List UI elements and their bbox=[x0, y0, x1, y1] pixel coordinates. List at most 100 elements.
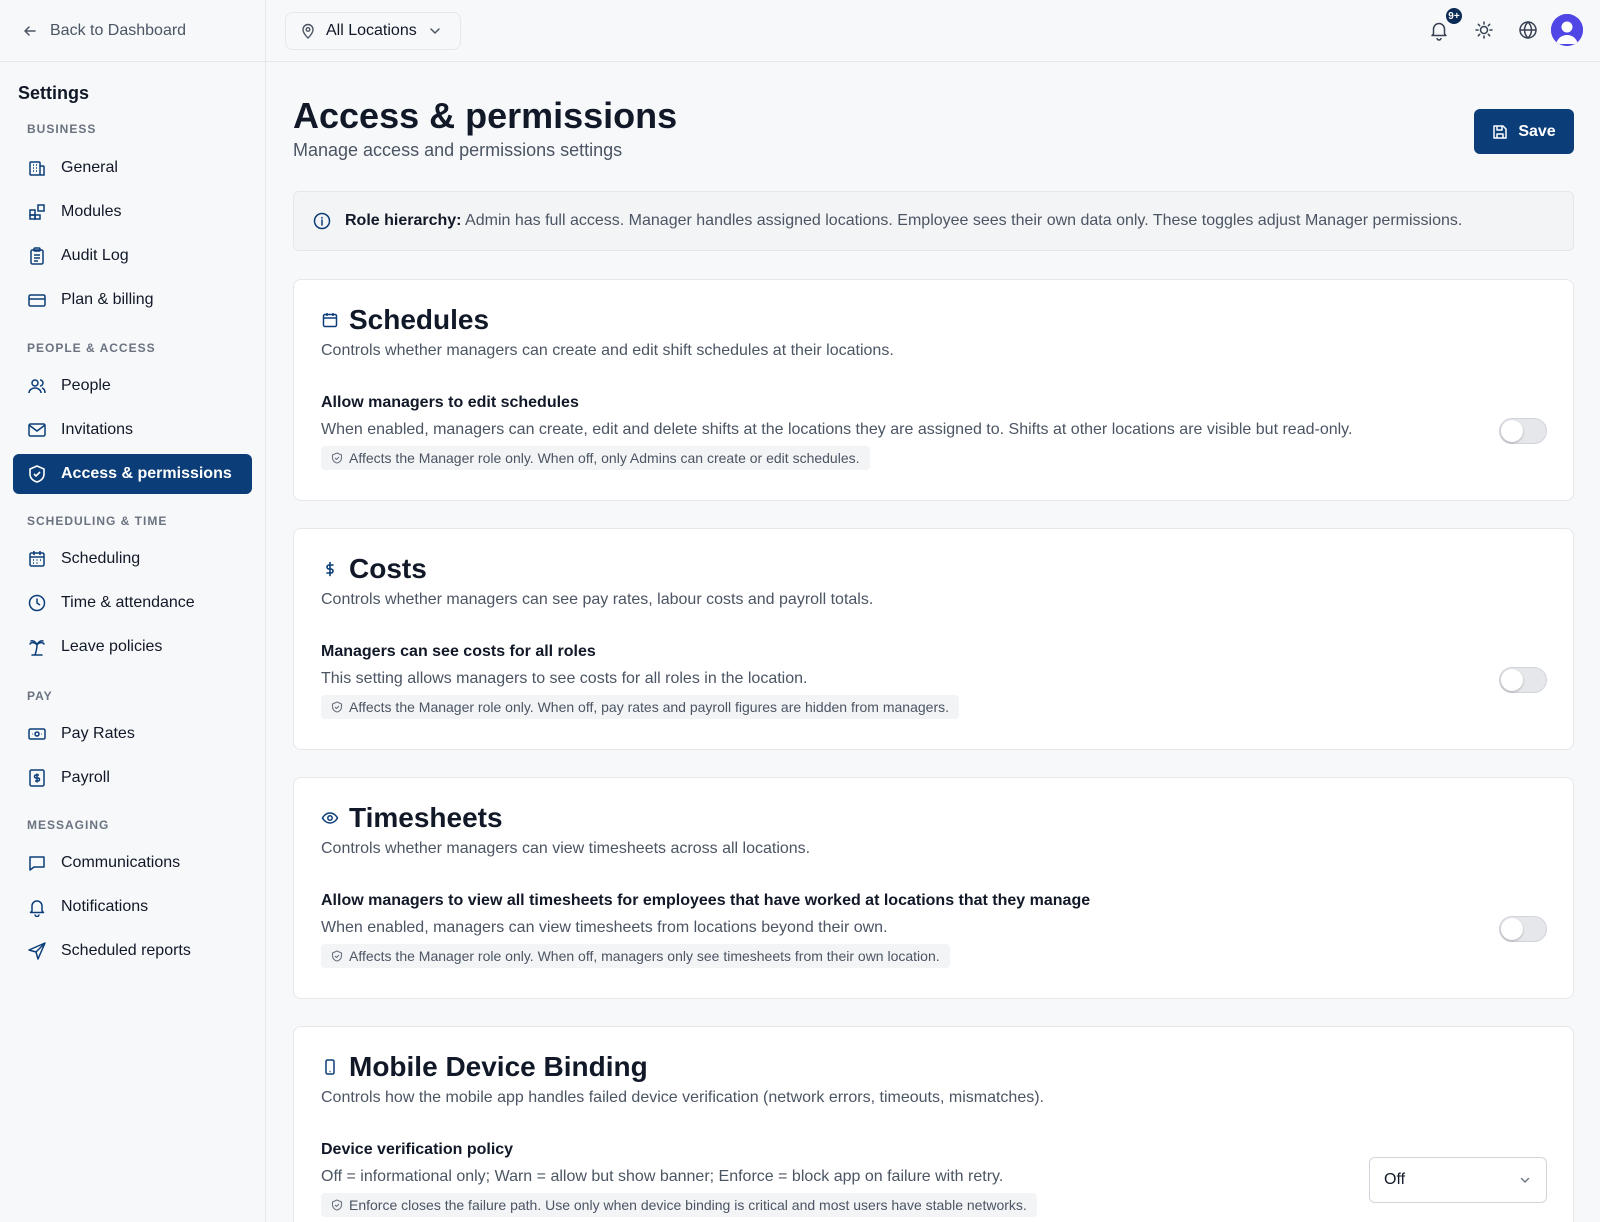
chevron-down-icon bbox=[429, 28, 440, 35]
sidebar-item-pay-rates[interactable]: Pay Rates bbox=[13, 714, 252, 754]
setting-description: When enabled, managers can create, edit … bbox=[321, 421, 1353, 438]
sidebar-item-label: Scheduled reports bbox=[61, 942, 191, 959]
card-title: Costs bbox=[349, 553, 427, 584]
smartphone-icon bbox=[325, 1059, 335, 1075]
setting-note-text: Enforce closes the failure path. Use onl… bbox=[349, 1197, 1027, 1213]
toggle-knob bbox=[1501, 918, 1523, 940]
building-icon bbox=[29, 161, 45, 176]
select-value: Off bbox=[1384, 1171, 1406, 1188]
info-icon bbox=[313, 212, 331, 230]
calendar-icon bbox=[29, 551, 45, 567]
sidebar-item-access-permissions[interactable]: Access & permissions bbox=[13, 454, 252, 494]
back-label: Back to Dashboard bbox=[50, 21, 187, 39]
sidebar: Back to Dashboard Settings BUSINESS Gene… bbox=[0, 0, 266, 1222]
mail-icon bbox=[28, 423, 46, 437]
sidebar-item-label: Leave policies bbox=[61, 638, 163, 655]
message-square-icon bbox=[29, 856, 45, 871]
sidebar-item-payroll[interactable]: Payroll bbox=[13, 758, 252, 798]
globe-icon[interactable] bbox=[1517, 19, 1539, 41]
setting-title: Allow managers to edit schedules bbox=[321, 394, 579, 411]
card-description: Controls whether managers can see pay ra… bbox=[321, 591, 874, 608]
sidebar-item-label: Modules bbox=[61, 203, 122, 220]
clipboard-icon bbox=[30, 247, 44, 265]
setting-note: Enforce closes the failure path. Use onl… bbox=[321, 1193, 1037, 1217]
costs-toggle[interactable] bbox=[1499, 667, 1547, 693]
sidebar-item-plan-billing[interactable]: Plan & billing bbox=[13, 280, 252, 320]
card-header: Costs bbox=[321, 553, 427, 585]
card-description: Controls how the mobile app handles fail… bbox=[321, 1089, 1044, 1106]
section-pay: PAY bbox=[27, 689, 53, 703]
costs-card: Costs Controls whether managers can see … bbox=[293, 528, 1574, 750]
shield-check-icon bbox=[331, 452, 343, 464]
card-title: Timesheets bbox=[349, 802, 503, 833]
sidebar-item-general[interactable]: General bbox=[13, 148, 252, 188]
dollar-icon bbox=[326, 561, 334, 577]
sidebar-item-label: Time & attendance bbox=[61, 594, 195, 611]
sidebar-item-leave-policies[interactable]: Leave policies bbox=[13, 627, 252, 667]
sidebar-item-people[interactable]: People bbox=[13, 366, 252, 406]
setting-description: Off = informational only; Warn = allow b… bbox=[321, 1168, 1004, 1185]
shield-check-icon bbox=[331, 1199, 343, 1211]
sidebar-item-label: Scheduling bbox=[61, 550, 141, 567]
back-to-dashboard-link[interactable]: Back to Dashboard bbox=[0, 0, 265, 62]
device-verification-policy-select[interactable]: Off bbox=[1369, 1157, 1547, 1203]
calendar-icon bbox=[322, 313, 338, 328]
send-icon bbox=[28, 942, 46, 960]
sidebar-item-label: Payroll bbox=[61, 769, 110, 786]
schedules-card: Schedules Controls whether managers can … bbox=[293, 279, 1574, 501]
timesheets-card: Timesheets Controls whether managers can… bbox=[293, 777, 1574, 999]
mobile-device-binding-card: Mobile Device Binding Controls how the m… bbox=[293, 1026, 1574, 1222]
location-selector[interactable]: All Locations bbox=[285, 12, 461, 50]
avatar[interactable] bbox=[1551, 14, 1583, 46]
sidebar-item-audit-log[interactable]: Audit Log bbox=[13, 236, 252, 276]
setting-note-text: Affects the Manager role only. When off,… bbox=[349, 450, 860, 466]
card-title: Schedules bbox=[349, 304, 490, 335]
sidebar-item-invitations[interactable]: Invitations bbox=[13, 410, 252, 450]
sidebar-item-communications[interactable]: Communications bbox=[13, 843, 252, 883]
sidebar-item-label: Pay Rates bbox=[61, 725, 135, 742]
settings-title: Settings bbox=[18, 83, 90, 103]
info-bold: Role hierarchy: bbox=[345, 212, 462, 229]
section-scheduling-time: SCHEDULING & TIME bbox=[27, 514, 168, 528]
sidebar-item-scheduling[interactable]: Scheduling bbox=[13, 539, 252, 579]
edit-schedules-toggle[interactable] bbox=[1499, 418, 1547, 444]
toggle-knob bbox=[1501, 420, 1523, 442]
eye-icon bbox=[321, 812, 339, 824]
card-header: Mobile Device Binding bbox=[321, 1051, 648, 1083]
palm-tree-icon bbox=[29, 640, 45, 656]
map-pin-icon bbox=[302, 23, 314, 39]
chevron-down-icon bbox=[1520, 1177, 1530, 1183]
sidebar-item-label: Access & permissions bbox=[61, 465, 232, 482]
page-subtitle: Manage access and permissions settings bbox=[293, 140, 623, 160]
sidebar-item-label: Communications bbox=[61, 854, 181, 871]
shield-check-icon bbox=[331, 701, 343, 713]
save-label: Save bbox=[1518, 122, 1556, 140]
card-header: Timesheets bbox=[321, 802, 503, 834]
setting-note: Affects the Manager role only. When off,… bbox=[321, 944, 950, 968]
section-people-access: PEOPLE & ACCESS bbox=[27, 341, 156, 355]
sidebar-item-time-attendance[interactable]: Time & attendance bbox=[13, 583, 252, 623]
sun-icon[interactable] bbox=[1473, 19, 1495, 41]
card-title: Mobile Device Binding bbox=[349, 1051, 648, 1082]
sidebar-item-label: Audit Log bbox=[61, 247, 129, 264]
sidebar-item-label: Plan & billing bbox=[61, 291, 154, 308]
bell-icon bbox=[29, 900, 45, 917]
save-button[interactable]: Save bbox=[1474, 109, 1574, 154]
sidebar-item-notifications[interactable]: Notifications bbox=[13, 887, 252, 927]
timesheets-toggle[interactable] bbox=[1499, 916, 1547, 942]
save-icon bbox=[1493, 124, 1508, 139]
top-bar: All Locations 9+ bbox=[266, 0, 1600, 62]
sidebar-item-scheduled-reports[interactable]: Scheduled reports bbox=[13, 931, 252, 971]
toggle-knob bbox=[1501, 669, 1523, 691]
modules-icon bbox=[29, 204, 45, 220]
section-messaging: MESSAGING bbox=[27, 818, 110, 832]
role-hierarchy-info: Role hierarchy: Admin has full access. M… bbox=[293, 191, 1574, 251]
info-body: Admin has full access. Manager handles a… bbox=[465, 212, 1463, 229]
shield-check-icon bbox=[331, 950, 343, 962]
info-text: Role hierarchy: Admin has full access. M… bbox=[345, 212, 1462, 230]
user-avatar-icon bbox=[1551, 14, 1583, 46]
sidebar-item-modules[interactable]: Modules bbox=[13, 192, 252, 232]
banknote-icon bbox=[28, 728, 46, 740]
setting-description: This setting allows managers to see cost… bbox=[321, 670, 808, 687]
notification-badge: 9+ bbox=[1444, 6, 1464, 26]
